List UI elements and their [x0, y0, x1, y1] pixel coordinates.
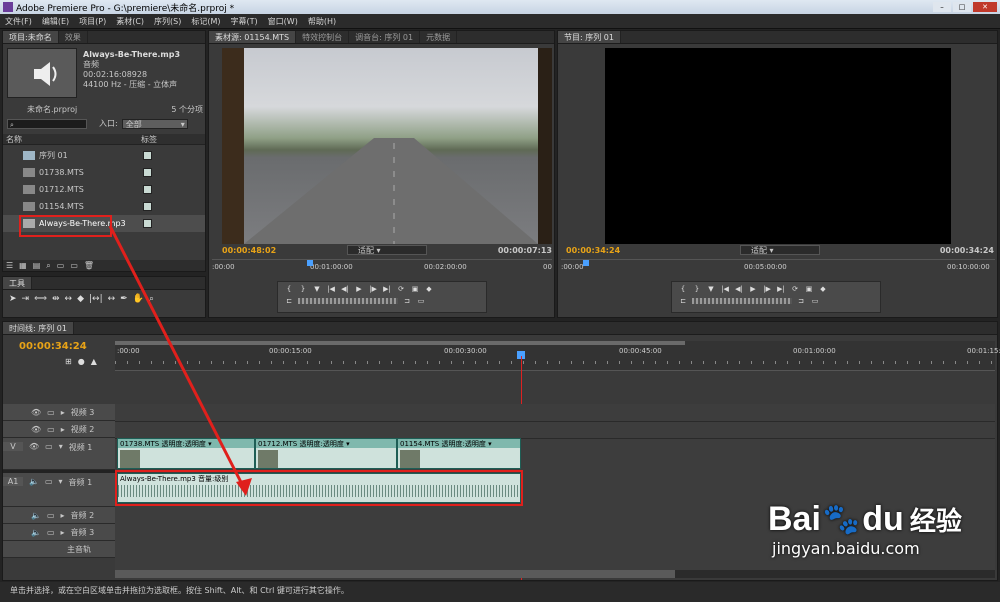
watermark-suffix: du	[862, 500, 904, 538]
paw-icon: 🐾	[822, 503, 861, 536]
watermark-url: jingyan.baidu.com	[772, 539, 920, 558]
watermark-cn: 经验	[909, 506, 962, 536]
baidu-watermark: Bai 🐾 du 经验 jingyan.baidu.com	[768, 500, 998, 580]
watermark-brand: Bai	[768, 500, 821, 538]
status-bar: 单击并选择，或在空白区域单击并拖拉为选取框。按住 Shift、Alt、和 Ctr…	[0, 582, 1000, 602]
